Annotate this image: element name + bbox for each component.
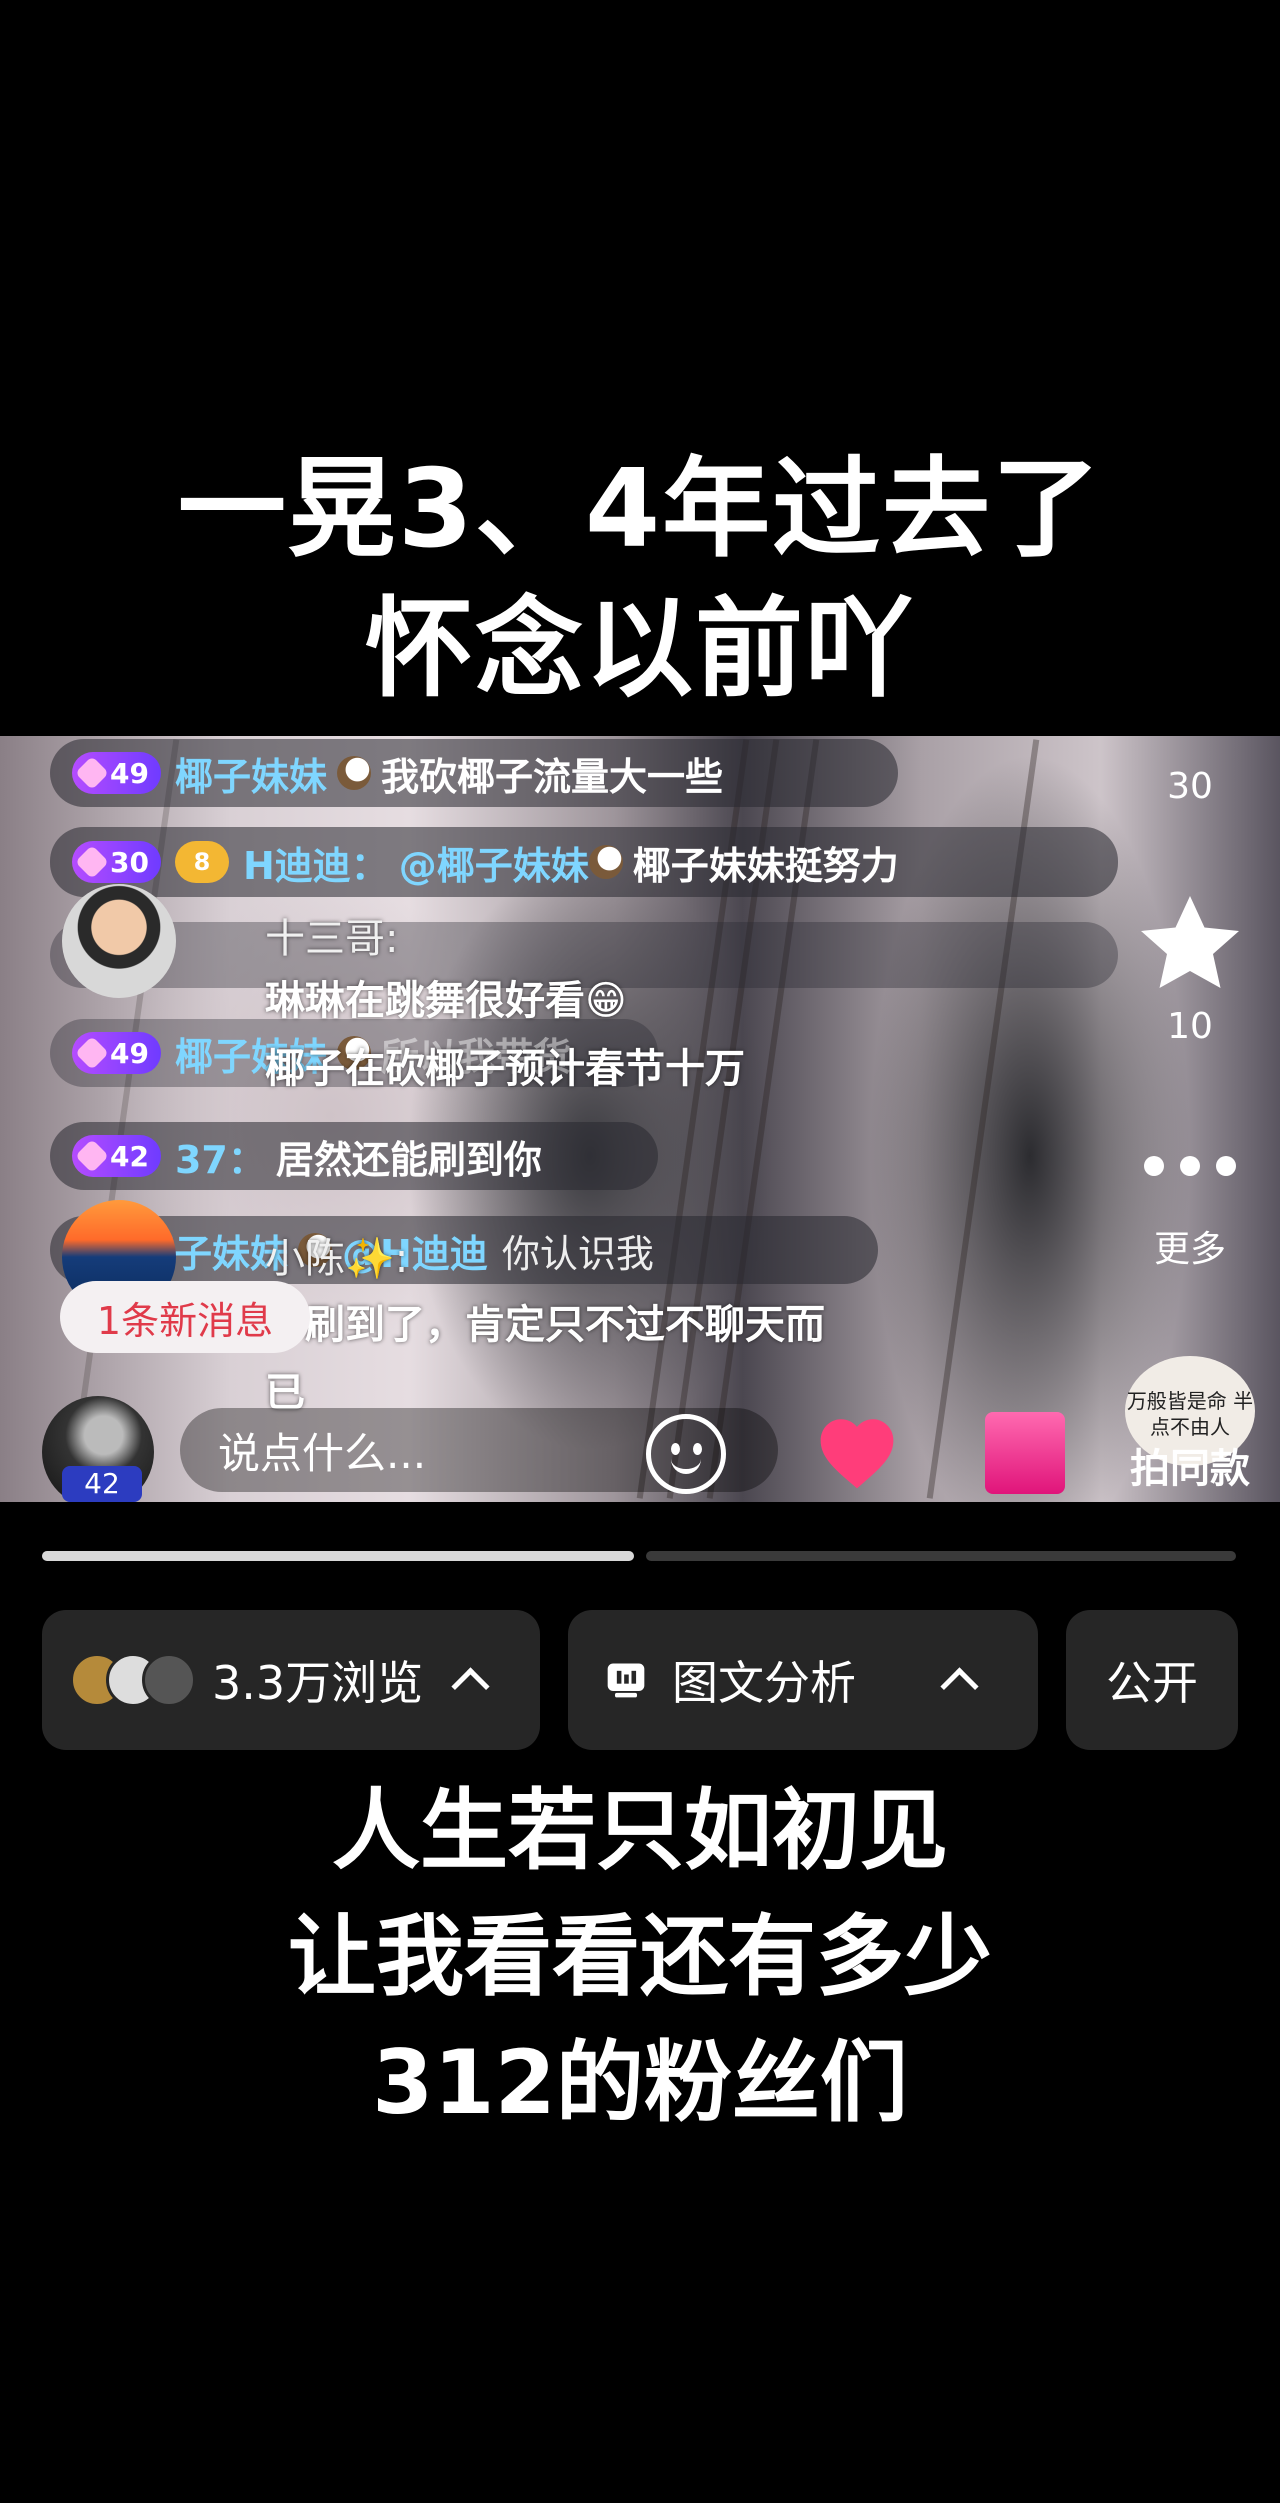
heart-gift-icon[interactable] [812, 1412, 902, 1492]
chat-text: 椰子妹妹挺努力 [632, 843, 899, 888]
chevron-up-icon [451, 1666, 490, 1706]
overlay-message-line: 椰子在砍椰子预计春节十万 [265, 1046, 745, 1092]
chat-message: 30 8 H迪迪： @椰子妹妹 椰子妹妹挺努力 [50, 827, 1118, 897]
live-stream-view: 49 椰子妹妹 我砍椰子流量大一些 30 8 H迪迪： @椰子妹妹 椰子妹妹挺努… [0, 736, 1280, 1502]
gem-icon [75, 756, 109, 790]
overlay-message-line: 琳琳在跳舞很好看😁 [265, 978, 627, 1024]
public-button[interactable]: 公开 [1066, 1610, 1238, 1750]
viewer-avatar [142, 1653, 196, 1707]
level-badge: 42 [72, 1135, 161, 1177]
gem-icon [75, 1139, 109, 1173]
progress-fill-1 [42, 1551, 634, 1561]
progress-segment-2 [646, 1551, 1236, 1561]
share-button[interactable]: 30 [1100, 736, 1280, 826]
chat-text: 我砍椰子流量大一些 [380, 754, 723, 799]
share-count: 30 [1167, 766, 1213, 807]
chat-mention[interactable]: @椰子妹妹 [399, 835, 589, 890]
bottom-caption-line1: 人生若只如初见 [331, 1779, 948, 1882]
level-badge: 49 [72, 752, 161, 794]
overlay-username: 十三哥: [265, 916, 399, 962]
bottom-caption-line2: 让我看看还有多少 [287, 1905, 992, 2008]
public-label: 公开 [1106, 1656, 1198, 1710]
views-button[interactable]: 3.3万浏览 [42, 1610, 540, 1750]
overlay-username: 小陈✨: [265, 1236, 409, 1282]
more-dots-icon [1100, 1156, 1280, 1180]
user-avatar[interactable] [62, 884, 176, 998]
fan-badge: 8 [174, 841, 229, 883]
overlay-message-line: 都刷到了，肯定只不过不聊天而 [265, 1302, 825, 1348]
new-message-notice[interactable]: 1条新消息 [60, 1281, 310, 1353]
analysis-button[interactable]: 图文分析 [568, 1610, 1038, 1750]
chat-message: 42 37： 居然还能刷到你 [50, 1122, 658, 1190]
gem-icon [75, 1036, 109, 1070]
analysis-label: 图文分析 [672, 1656, 856, 1710]
star-button[interactable]: 10 [1100, 886, 1280, 1047]
level-badge: 30 [72, 841, 161, 883]
chevron-up-icon [940, 1666, 979, 1706]
top-caption-line2: 怀念以前吖 [364, 587, 915, 712]
chat-username[interactable]: H迪迪： [243, 835, 389, 890]
progress-segment-1 [42, 1551, 634, 1561]
same-style-button[interactable]: 万般皆是命 半点不由人 拍同款 [1100, 1356, 1280, 1502]
chart-icon [607, 1663, 645, 1698]
star-icon [1141, 896, 1239, 988]
chat-username[interactable]: 椰子妹妹 [175, 746, 327, 801]
bottom-caption: 人生若只如初见 让我看看还有多少 312的粉丝们 [0, 1768, 1280, 2146]
chat-text: 你认识我 [501, 1231, 654, 1276]
chat-message: 49 椰子妹妹 我砍椰子流量大一些 [50, 739, 898, 807]
star-count: 10 [1167, 1006, 1213, 1047]
user-level-badge: 42 [62, 1466, 142, 1502]
more-button[interactable]: 更多 [1100, 1156, 1280, 1306]
emoji-icon[interactable] [646, 1414, 726, 1494]
coconut-icon [588, 845, 623, 879]
top-caption: 一晃3、4年过去了 怀念以前吖 [0, 440, 1280, 720]
gem-icon [75, 845, 109, 879]
bottom-caption-line3: 312的粉丝们 [372, 2031, 908, 2134]
gift-box-icon[interactable] [985, 1412, 1065, 1494]
top-caption-line1: 一晃3、4年过去了 [177, 447, 1103, 572]
chat-text: 居然还能刷到你 [275, 1137, 542, 1182]
coconut-icon [336, 756, 371, 790]
same-style-label: 拍同款 [1130, 1446, 1250, 1492]
more-label: 更多 [1153, 1229, 1226, 1270]
chat-username[interactable]: 37： [175, 1129, 266, 1184]
level-badge: 49 [72, 1032, 161, 1074]
views-label: 3.3万浏览 [212, 1656, 424, 1710]
